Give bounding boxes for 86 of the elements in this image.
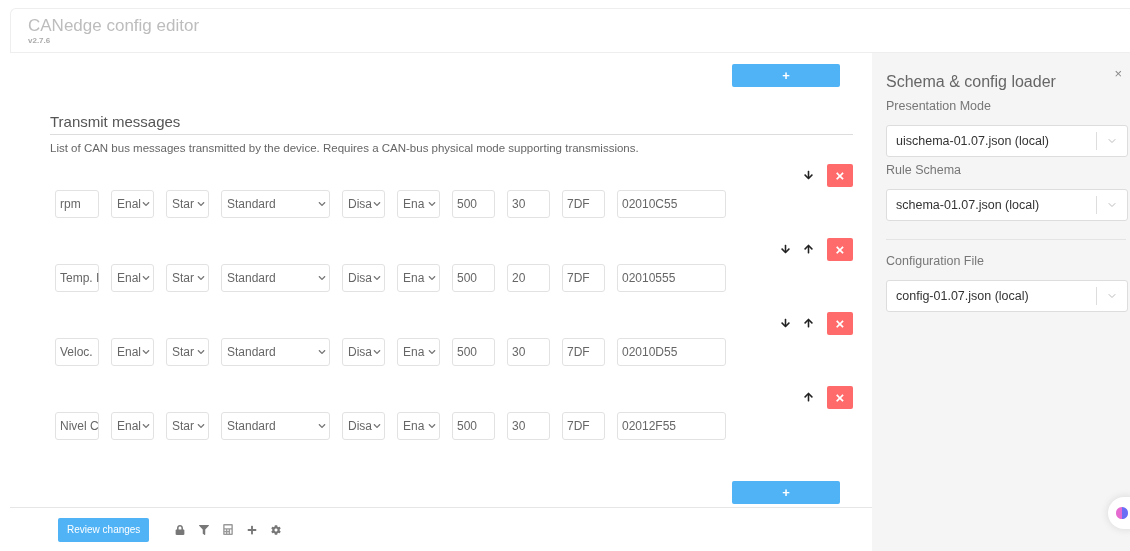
- input-field[interactable]: 30: [507, 338, 550, 366]
- filter-icon[interactable]: [199, 524, 210, 535]
- chevron-down-icon: [142, 348, 150, 356]
- select-field[interactable]: Ena: [397, 190, 440, 218]
- close-button[interactable]: ×: [1114, 67, 1122, 80]
- dropdown-field[interactable]: uischema-01.07.json (local): [886, 125, 1128, 157]
- chevron-down-icon: [373, 422, 381, 430]
- chevron-down-icon: [428, 274, 436, 282]
- input-field[interactable]: 7DF: [562, 338, 605, 366]
- select-field[interactable]: Disa: [342, 338, 385, 366]
- sidebar-title: Schema & config loader: [886, 72, 1056, 92]
- field-label: Rule Schema: [886, 162, 963, 179]
- chevron-down-icon: [197, 348, 205, 356]
- select-field[interactable]: Enal: [111, 338, 154, 366]
- chevron-down-icon: [197, 422, 205, 430]
- dropdown-field[interactable]: config-01.07.json (local): [886, 280, 1128, 312]
- dropdown-value: uischema-01.07.json (local): [896, 132, 1050, 150]
- chevron-down-icon: [142, 274, 150, 282]
- input-field[interactable]: 500: [452, 338, 495, 366]
- move-up-button[interactable]: [804, 318, 813, 328]
- chevron-down-icon: [318, 348, 326, 356]
- field-label: Presentation Mode: [886, 98, 992, 115]
- chevron-down-icon: [142, 422, 150, 430]
- input-field[interactable]: 02010D55: [617, 338, 726, 366]
- select-field[interactable]: Ena: [397, 412, 440, 440]
- select-field[interactable]: Disa: [342, 190, 385, 218]
- select-field[interactable]: Disa: [342, 264, 385, 292]
- input-field[interactable]: Nivel C: [55, 412, 99, 440]
- chevron-down-icon: [318, 200, 326, 208]
- dropdown-field[interactable]: schema-01.07.json (local): [886, 189, 1128, 221]
- chevron-down-icon: [428, 422, 436, 430]
- version-label: v2.7.6: [28, 36, 52, 45]
- select-field[interactable]: Standard: [221, 412, 330, 440]
- select-field[interactable]: Disa: [342, 412, 385, 440]
- input-field[interactable]: 30: [507, 190, 550, 218]
- field-label: Configuration File: [886, 253, 985, 270]
- select-field[interactable]: Enal: [111, 190, 154, 218]
- input-field[interactable]: 500: [452, 190, 495, 218]
- section-title: Transmit messages: [50, 112, 182, 132]
- input-field[interactable]: Temp. I: [55, 264, 99, 292]
- section-description: List of CAN bus messages transmitted by the device. Requires a CAN-bus physical mode supporting transmissions.: [50, 141, 640, 155]
- input-field[interactable]: 20: [507, 264, 550, 292]
- move-down-button[interactable]: [781, 244, 790, 254]
- chevron-down-icon: [197, 274, 205, 282]
- select-field[interactable]: Enal: [111, 264, 154, 292]
- move-down-button[interactable]: [781, 318, 790, 328]
- dropdown-value: schema-01.07.json (local): [896, 196, 1041, 214]
- chevron-down-icon: [428, 348, 436, 356]
- chevron-down-icon: [373, 274, 381, 282]
- select-field[interactable]: Star: [166, 412, 209, 440]
- input-field[interactable]: 30: [507, 412, 550, 440]
- app-title: CANedge config editor: [28, 16, 201, 36]
- chevron-down-icon: [373, 200, 381, 208]
- chevron-down-icon: [318, 274, 326, 282]
- settings-icon[interactable]: [271, 524, 282, 535]
- chevron-down-icon: [428, 200, 436, 208]
- move-down-button[interactable]: [804, 170, 813, 180]
- input-field[interactable]: 7DF: [562, 412, 605, 440]
- select-field[interactable]: Ena: [397, 338, 440, 366]
- plus-icon[interactable]: [247, 524, 258, 535]
- select-field[interactable]: Standard: [221, 190, 330, 218]
- select-field[interactable]: Standard: [221, 338, 330, 366]
- input-field[interactable]: 7DF: [562, 264, 605, 292]
- input-field[interactable]: rpm: [55, 190, 99, 218]
- dropdown-value: config-01.07.json (local): [896, 287, 1030, 305]
- chevron-down-icon: [142, 200, 150, 208]
- input-field[interactable]: 02010C55: [617, 190, 726, 218]
- select-field[interactable]: Star: [166, 264, 209, 292]
- chevron-down-icon: [373, 348, 381, 356]
- select-field[interactable]: Ena: [397, 264, 440, 292]
- select-field[interactable]: Enal: [111, 412, 154, 440]
- select-field[interactable]: Standard: [221, 264, 330, 292]
- input-field[interactable]: 7DF: [562, 190, 605, 218]
- move-up-button[interactable]: [804, 392, 813, 402]
- input-field[interactable]: 02010555: [617, 264, 726, 292]
- chevron-down-icon: [318, 422, 326, 430]
- chevron-down-icon: [197, 200, 205, 208]
- calculator-icon[interactable]: [223, 524, 234, 535]
- lock-icon[interactable]: [175, 524, 186, 535]
- move-up-button[interactable]: [804, 244, 813, 254]
- select-field[interactable]: Star: [166, 190, 209, 218]
- input-field[interactable]: Veloc.: [55, 338, 99, 366]
- input-field[interactable]: 02012F55: [617, 412, 726, 440]
- input-field[interactable]: 500: [452, 412, 495, 440]
- input-field[interactable]: 500: [452, 264, 495, 292]
- select-field[interactable]: Star: [166, 338, 209, 366]
